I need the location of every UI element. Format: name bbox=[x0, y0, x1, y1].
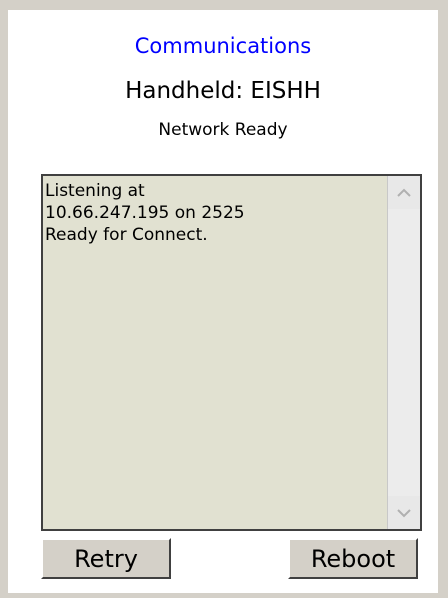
log-textarea[interactable]: Listening at 10.66.247.195 on 2525 Ready… bbox=[41, 174, 422, 531]
handheld-label: Handheld: EISHH bbox=[125, 78, 321, 104]
network-status: Network Ready bbox=[158, 120, 288, 140]
log-text: Listening at 10.66.247.195 on 2525 Ready… bbox=[45, 181, 245, 245]
communications-window: Communications Handheld: EISHH Network R… bbox=[8, 10, 438, 593]
page-title: Communications bbox=[134, 34, 312, 58]
retry-button[interactable]: Retry bbox=[41, 538, 171, 579]
reboot-button[interactable]: Reboot bbox=[288, 538, 418, 579]
chevron-down-icon[interactable] bbox=[388, 496, 420, 529]
log-scrollbar[interactable] bbox=[387, 176, 420, 529]
chevron-up-icon[interactable] bbox=[388, 176, 420, 209]
